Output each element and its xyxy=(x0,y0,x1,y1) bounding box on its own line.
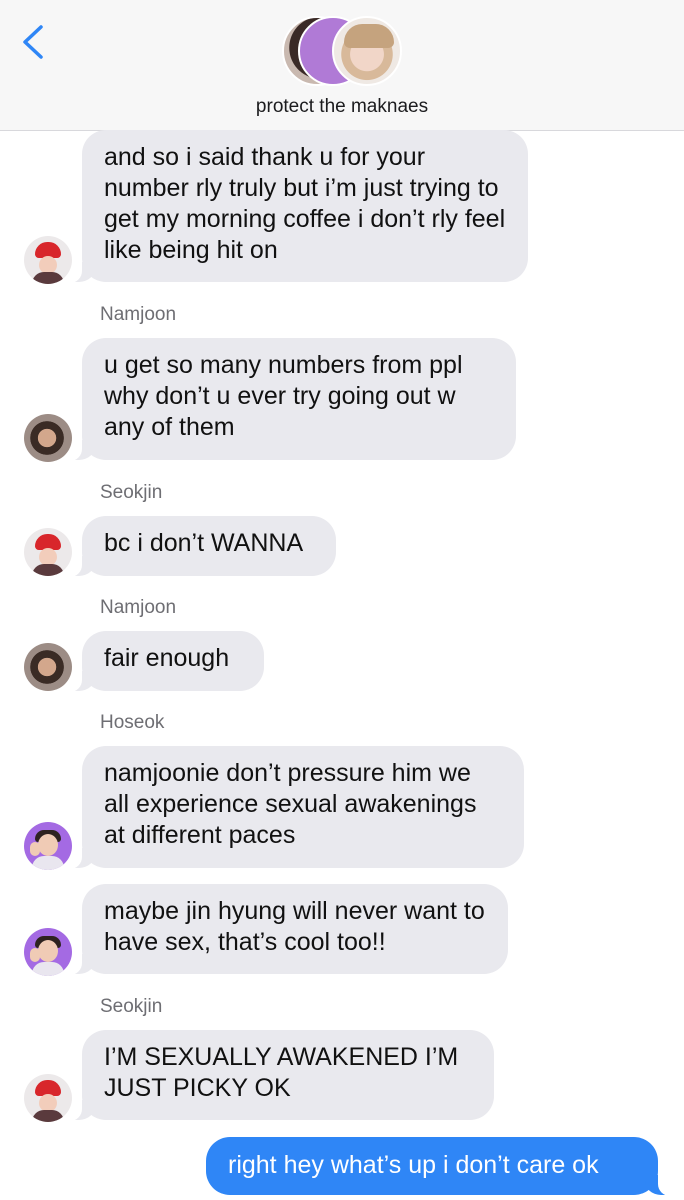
avatar[interactable] xyxy=(24,1074,72,1122)
chevron-left-icon xyxy=(23,25,43,59)
message-text: right hey what’s up i don’t care ok xyxy=(228,1151,599,1179)
message-bubble[interactable]: fair enough xyxy=(56,631,264,692)
message-text: namjoonie don’t pressure him we all expe… xyxy=(104,759,477,849)
avatar[interactable] xyxy=(24,528,72,576)
sender-name: Hoseok xyxy=(100,712,165,733)
sender-name: Seokjin xyxy=(100,996,163,1017)
message-text: I’M SEXUALLY AWAKENED I’M JUST PICKY OK xyxy=(104,1043,459,1102)
message-text: fair enough xyxy=(104,644,230,672)
group-name[interactable]: protect the maknaes xyxy=(0,96,684,118)
back-button[interactable] xyxy=(14,22,54,62)
avatar[interactable] xyxy=(24,928,72,976)
avatar[interactable] xyxy=(24,414,72,462)
chat-header: protect the maknaes xyxy=(0,0,684,131)
message-bubble[interactable]: namjoonie don’t pressure him we all expe… xyxy=(56,746,524,869)
message-bubble[interactable]: maybe jin hyung will never want to have … xyxy=(56,884,508,975)
member-avatar xyxy=(332,16,402,86)
sender-name: Seokjin xyxy=(100,482,163,503)
message-bubble[interactable]: and so i said thank u for your number rl… xyxy=(56,130,528,283)
message-text: maybe jin hyung will never want to have … xyxy=(104,897,485,956)
avatar[interactable] xyxy=(24,822,72,870)
sender-name: Namjoon xyxy=(100,304,177,325)
sent-message-bubble[interactable]: right hey what’s up i don’t care ok xyxy=(206,1137,684,1196)
avatar[interactable] xyxy=(24,643,72,691)
message-text: and so i said thank u for your number rl… xyxy=(104,143,506,264)
message-bubble[interactable]: u get so many numbers from ppl why don’t… xyxy=(56,338,516,461)
group-avatar[interactable] xyxy=(282,16,404,90)
avatar[interactable] xyxy=(24,236,72,284)
message-text: u get so many numbers from ppl why don’t… xyxy=(104,351,463,441)
sender-name: Namjoon xyxy=(100,597,177,618)
message-text: bc i don’t WANNA xyxy=(104,529,304,557)
message-bubble[interactable]: I’M SEXUALLY AWAKENED I’M JUST PICKY OK xyxy=(56,1030,494,1121)
message-bubble[interactable]: bc i don’t WANNA xyxy=(56,516,336,577)
